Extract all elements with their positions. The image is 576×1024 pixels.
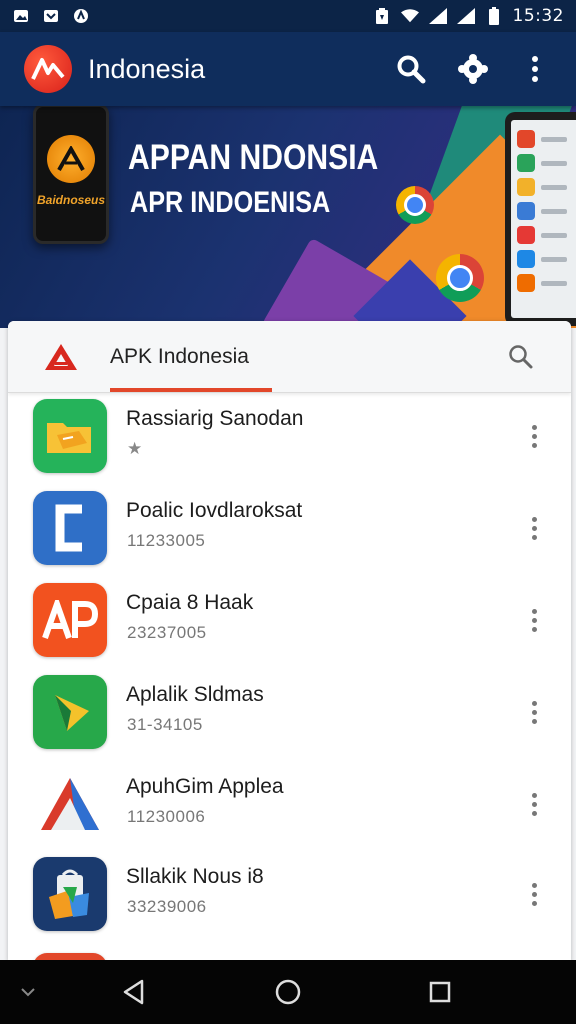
- list-item[interactable]: Cpaia 8 Haak 23237005: [8, 575, 571, 665]
- signal-icon: [456, 7, 475, 25]
- folder-icon: [33, 399, 107, 473]
- list-item[interactable]: Sllakik Nous i8 33239006: [8, 849, 571, 939]
- app-subtitle: 11230006: [127, 807, 206, 826]
- banner-phone-right: [505, 112, 576, 326]
- signal-icon: [428, 7, 447, 25]
- wifi-icon: [400, 7, 419, 25]
- battery-icon: [485, 7, 503, 25]
- more-vert-icon[interactable]: [523, 692, 545, 732]
- list-item[interactable]: [8, 941, 571, 961]
- more-vert-icon[interactable]: [523, 416, 545, 456]
- shield-icon: [72, 7, 90, 25]
- more-vert-icon[interactable]: [523, 874, 545, 914]
- chrome-icon: [436, 254, 484, 302]
- app-name: Poalic Iovdlaroksat: [126, 499, 303, 522]
- app-bar: Indonesia: [0, 32, 576, 106]
- store-logo-icon: [42, 338, 80, 376]
- store-title[interactable]: APK Indonesia: [110, 345, 249, 369]
- triangle-logo-icon: [33, 767, 107, 841]
- app-subtitle: 11233005: [127, 531, 206, 550]
- more-vert-icon[interactable]: [523, 508, 545, 548]
- home-icon[interactable]: [268, 972, 308, 1012]
- chevron-down-icon[interactable]: [8, 972, 48, 1012]
- list-item[interactable]: Aplalik Sldmas 31-34105: [8, 667, 571, 757]
- arrow-icon: [33, 675, 107, 749]
- list-item[interactable]: ApuhGim Applea 11230006: [8, 759, 571, 849]
- recents-icon[interactable]: [420, 972, 460, 1012]
- app-subtitle: 31-34105: [127, 715, 203, 734]
- search-icon[interactable]: [505, 341, 537, 373]
- banner-phone-brand: Baidnoseus: [36, 193, 105, 207]
- ap-letters-icon: [33, 583, 107, 657]
- chrome-icon: [396, 186, 434, 224]
- photo-icon: [12, 7, 30, 25]
- app-name: Cpaia 8 Haak: [126, 591, 254, 614]
- banner-headline: APPAN NDONSIA: [128, 138, 379, 177]
- status-time: 15:32: [512, 6, 564, 26]
- list-item[interactable]: Rassiarig Sanodan ★: [8, 391, 571, 481]
- more-vert-icon[interactable]: [523, 784, 545, 824]
- app-store-card: APK Indonesia Rassiarig Sanodan ★ Poalic…: [8, 321, 571, 961]
- more-vert-icon[interactable]: [523, 600, 545, 640]
- app-name: Rassiarig Sanodan: [126, 407, 304, 430]
- status-bar: 15:32: [0, 0, 576, 32]
- settings-icon[interactable]: [456, 52, 490, 86]
- promo-banner[interactable]: Baidnoseus APPAN NDONSIA APR INDOENISA: [0, 106, 576, 328]
- shopping-bag-icon: [33, 857, 107, 931]
- search-icon[interactable]: [394, 52, 428, 86]
- notification-icon: [373, 7, 391, 25]
- banner-subheadline: APR INDOENISA: [130, 186, 331, 219]
- more-vert-icon[interactable]: [518, 52, 552, 86]
- list-item[interactable]: Poalic Iovdlaroksat 11233005: [8, 483, 571, 573]
- app-name: Aplalik Sldmas: [126, 683, 264, 706]
- app-name: ApuhGim Applea: [126, 775, 284, 798]
- app-title: Indonesia: [88, 53, 206, 84]
- banner-phone-left: Baidnoseus: [33, 106, 109, 244]
- app-subtitle: 33239006: [127, 897, 207, 916]
- app-subtitle: 23237005: [127, 623, 207, 642]
- c-letter-icon: [33, 491, 107, 565]
- star-icon: ★: [127, 439, 143, 458]
- banner-app-logo-icon: [47, 135, 95, 183]
- app-name: Sllakik Nous i8: [126, 865, 264, 888]
- back-icon[interactable]: [114, 972, 154, 1012]
- navigation-bar: [0, 960, 576, 1024]
- store-header: APK Indonesia: [8, 321, 571, 393]
- gallery-icon: [42, 7, 60, 25]
- app-logo-icon[interactable]: [24, 45, 72, 93]
